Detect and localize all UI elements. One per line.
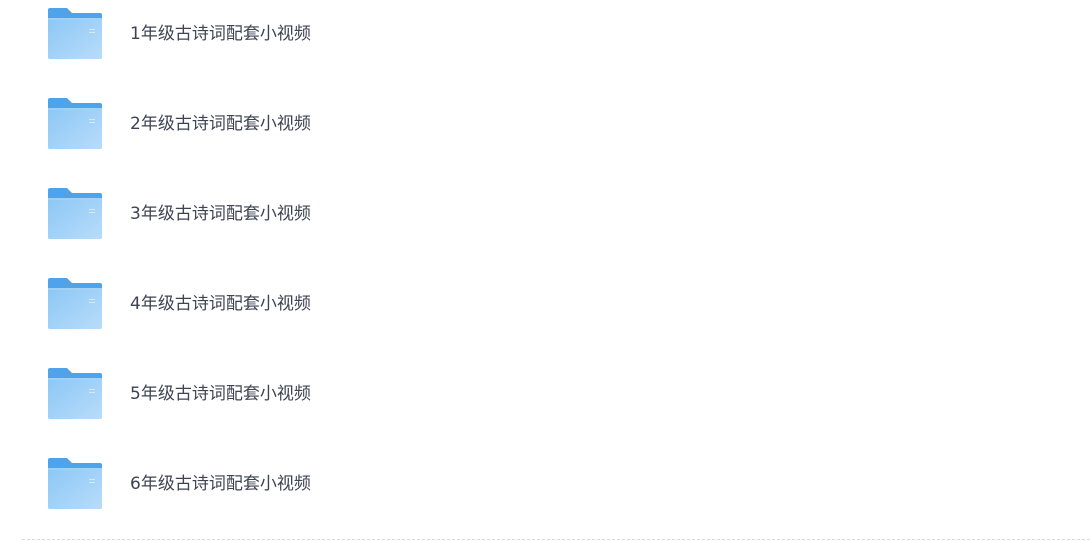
- folder-row[interactable]: 2年级古诗词配套小视频: [0, 90, 1090, 180]
- folder-icon: [48, 368, 102, 419]
- folder-row[interactable]: 3年级古诗词配套小视频: [0, 180, 1090, 270]
- folder-row[interactable]: 6年级古诗词配套小视频: [0, 450, 1090, 540]
- folder-row[interactable]: 5年级古诗词配套小视频: [0, 360, 1090, 450]
- folder-name[interactable]: 2年级古诗词配套小视频: [130, 113, 311, 135]
- folder-icon: [48, 458, 102, 509]
- folder-icon: [48, 278, 102, 329]
- folder-icon: [48, 8, 102, 59]
- folder-name[interactable]: 5年级古诗词配套小视频: [130, 383, 311, 405]
- folder-icon: [48, 188, 102, 239]
- folder-row[interactable]: 1年级古诗词配套小视频: [0, 0, 1090, 90]
- folder-list: 1年级古诗词配套小视频 2年级古诗词配套小视频 3年级古诗词配套小视频 4年级古…: [0, 0, 1090, 540]
- dashed-divider: [22, 539, 1090, 540]
- folder-row[interactable]: 4年级古诗词配套小视频: [0, 270, 1090, 360]
- folder-icon: [48, 98, 102, 149]
- folder-name[interactable]: 3年级古诗词配套小视频: [130, 203, 311, 225]
- folder-name[interactable]: 6年级古诗词配套小视频: [130, 473, 311, 495]
- folder-name[interactable]: 1年级古诗词配套小视频: [130, 23, 311, 45]
- folder-name[interactable]: 4年级古诗词配套小视频: [130, 293, 311, 315]
